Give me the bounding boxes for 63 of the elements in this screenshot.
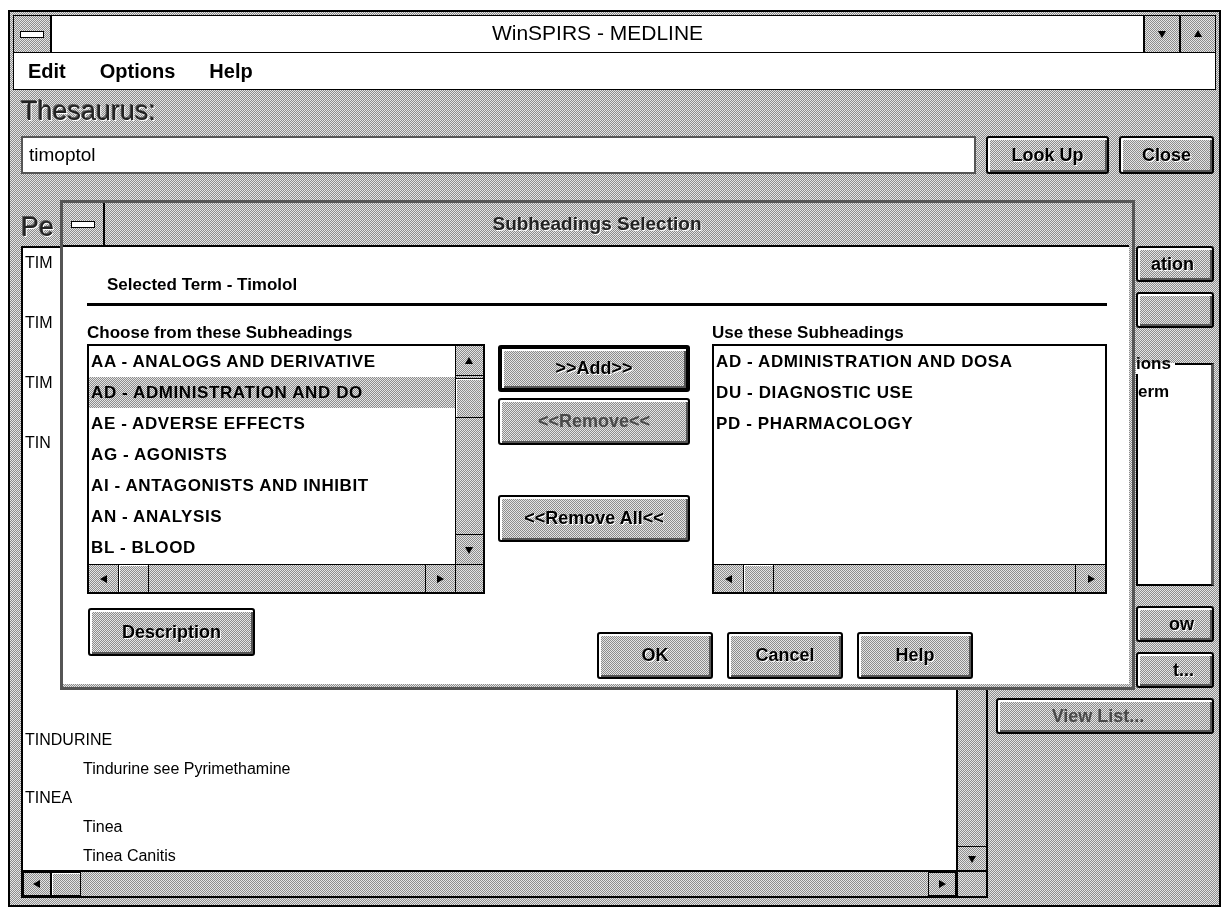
- scroll-arrow-button[interactable]: [928, 872, 956, 896]
- side-button[interactable]: ation: [1136, 246, 1214, 282]
- list-heading[interactable]: TIM: [25, 368, 53, 397]
- add-button[interactable]: >>Add>>: [498, 345, 690, 392]
- arrow-right-icon: [937, 879, 947, 889]
- system-menu-button[interactable]: [14, 16, 52, 52]
- arrow-right-icon: [435, 573, 446, 584]
- search-field[interactable]: timoptol: [21, 136, 976, 174]
- horizontal-scrollbar[interactable]: [714, 564, 1105, 592]
- side-button[interactable]: [1136, 292, 1214, 328]
- list-label: Use these Subheadings: [712, 322, 904, 344]
- look-up-button[interactable]: Look Up: [986, 136, 1109, 174]
- arrow-left-icon: [723, 573, 734, 584]
- menu-item[interactable]: Help: [209, 59, 253, 83]
- list-heading[interactable]: TINEA: [25, 783, 73, 812]
- subheadings-list[interactable]: AA - ANALOGS AND DERIVATIVE AD - ADMINISTRATION AND DO AE - ADVERSE EFFECTS AG - AGONISTS AI - ANTAGONISTS AND INHIBIT AN - ANALYSIS BL - BLOOD: [87, 344, 485, 594]
- group-text: erm: [1138, 382, 1171, 402]
- maximize-button[interactable]: [1179, 16, 1215, 52]
- scrollbar-corner: [455, 564, 483, 592]
- ok-button[interactable]: OK: [597, 632, 713, 679]
- arrow-right-icon: [1085, 573, 1096, 584]
- thesaurus-label: Thesaurus:: [21, 95, 157, 128]
- arrow-down-icon: [1157, 29, 1167, 39]
- list-item[interactable]: AD - ADMINISTRATION AND DO: [89, 377, 455, 408]
- arrow-down-icon: [967, 853, 977, 864]
- menu-item[interactable]: Edit: [28, 59, 66, 83]
- section-label: Pe: [21, 211, 55, 244]
- list-entry[interactable]: Tinea Canitis: [25, 841, 176, 870]
- scroll-thumb[interactable]: [119, 565, 149, 592]
- scroll-arrow-button[interactable]: [425, 565, 455, 592]
- scroll-arrow-button[interactable]: [958, 846, 986, 870]
- arrow-down-icon: [464, 544, 475, 555]
- list-heading[interactable]: TIM: [25, 308, 53, 337]
- list-heading[interactable]: TINDURINE: [25, 725, 113, 754]
- arrow-left-icon: [98, 573, 109, 584]
- list-entry[interactable]: Tinea: [25, 812, 123, 841]
- list-heading[interactable]: TIN: [25, 428, 51, 457]
- scroll-thumb[interactable]: [456, 378, 483, 418]
- horizontal-scrollbar[interactable]: [89, 564, 455, 592]
- window-title: WinSPIRS - MEDLINE: [490, 20, 705, 46]
- side-button[interactable]: t...: [1136, 652, 1214, 688]
- scroll-arrow-button[interactable]: [456, 534, 483, 564]
- help-button[interactable]: Help: [857, 632, 973, 679]
- arrow-up-icon: [1193, 29, 1203, 39]
- cancel-button[interactable]: Cancel: [727, 632, 843, 679]
- list-heading[interactable]: TIM: [25, 248, 53, 277]
- description-button[interactable]: Description: [88, 608, 255, 656]
- scroll-arrow-button[interactable]: [23, 872, 51, 896]
- chosen-list[interactable]: AD - ADMINISTRATION AND DOSA DU - DIAGNOSTIC USE PD - PHARMACOLOGY: [712, 344, 1107, 594]
- dialog-title: Subheadings Selection: [491, 213, 703, 235]
- arrow-up-icon: [464, 355, 475, 366]
- menu-item[interactable]: Options: [99, 59, 176, 83]
- group-legend: ions: [1136, 354, 1175, 374]
- vertical-scrollbar[interactable]: [455, 346, 483, 564]
- list-label: Choose from these Subheadings: [87, 322, 353, 344]
- selected-term: Selected Term - Timolol: [106, 275, 298, 295]
- list-entry[interactable]: Tindurine see Pyrimethamine: [25, 754, 291, 783]
- horizontal-scrollbar[interactable]: [23, 870, 956, 896]
- scroll-thumb[interactable]: [51, 872, 81, 896]
- arrow-left-icon: [32, 879, 42, 889]
- minimize-button[interactable]: [1143, 16, 1179, 52]
- scroll-thumb[interactable]: [744, 565, 774, 592]
- close-button[interactable]: Close: [1119, 136, 1214, 174]
